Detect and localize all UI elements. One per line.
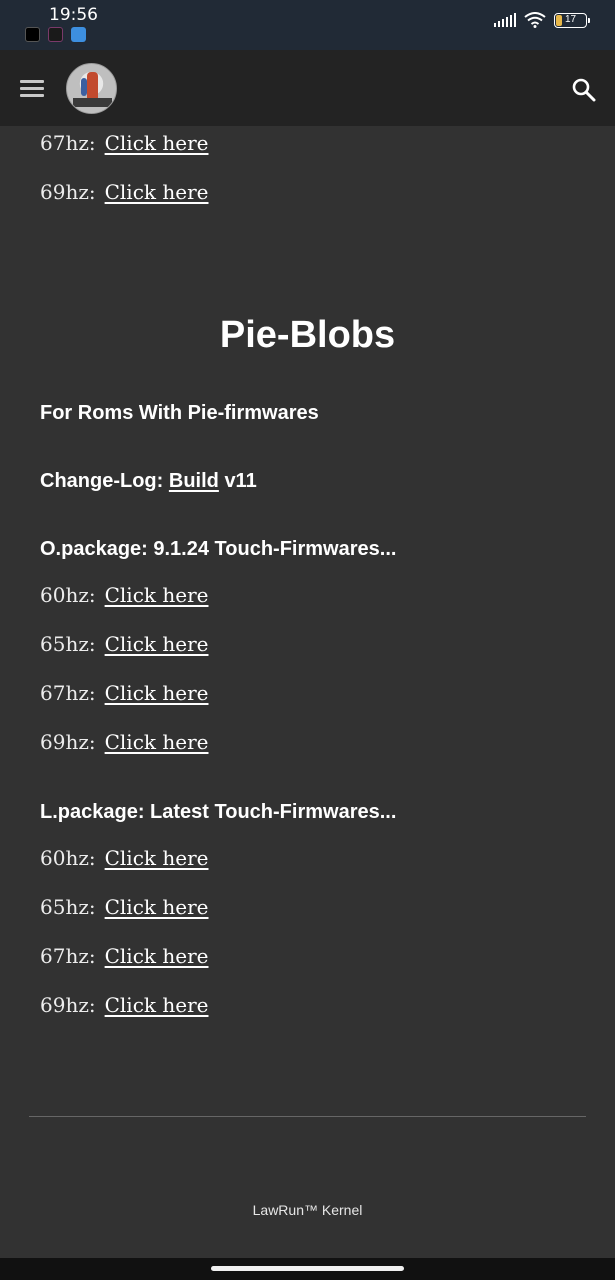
click-here-link[interactable]: Click here: [105, 131, 209, 155]
system-icons: 17: [494, 12, 590, 28]
battery-icon: 17: [554, 12, 590, 28]
search-icon[interactable]: [571, 77, 596, 102]
link-label: 69hz:: [40, 730, 96, 754]
home-indicator[interactable]: [211, 1266, 404, 1271]
o-package-links: 60hz: Click here 65hz: Click here 67hz: Cli…: [40, 578, 209, 774]
link-label: 60hz:: [40, 583, 96, 607]
l-package-title: L.package: Latest Touch-Firmwares...: [40, 801, 397, 823]
link-label: 69hz:: [40, 180, 96, 204]
click-here-link[interactable]: Click here: [105, 993, 209, 1017]
click-here-link[interactable]: Click here: [105, 730, 209, 754]
site-logo[interactable]: [66, 63, 117, 114]
link-label: 65hz:: [40, 632, 96, 656]
battery-level: 17: [564, 13, 577, 25]
link-row: 60hz: Click here: [40, 578, 209, 627]
video-notification-icon: [48, 27, 63, 42]
link-row-67hz-top: 67hz: Click here: [40, 126, 575, 175]
changelog-build-link[interactable]: Build: [169, 470, 219, 492]
link-row: 67hz: Click here: [40, 939, 209, 988]
app-notification-icon: [25, 27, 40, 42]
link-label: 65hz:: [40, 895, 96, 919]
l-package-links: 60hz: Click here 65hz: Click here 67hz: Cli…: [40, 841, 209, 1037]
footer-divider: [29, 1116, 586, 1117]
changelog-version: v11: [224, 470, 257, 492]
changelog-prefix: Change-Log:: [40, 470, 164, 492]
click-here-link[interactable]: Click here: [105, 944, 209, 968]
link-row: 69hz: Click here: [40, 988, 209, 1037]
content: 67hz: Click here 69hz: Click here: [40, 126, 575, 224]
gallery-notification-icon: [71, 27, 86, 42]
footer-text: LawRun™ Kernel: [252, 1202, 363, 1218]
signal-icon: [494, 13, 516, 27]
link-row: 65hz: Click here: [40, 627, 209, 676]
click-here-link[interactable]: Click here: [105, 895, 209, 919]
link-label: 67hz:: [40, 944, 96, 968]
link-label: 67hz:: [40, 131, 96, 155]
wifi-icon: [524, 12, 546, 28]
changelog-line: Change-Log: Build v11: [40, 470, 257, 493]
link-label: 60hz:: [40, 846, 96, 870]
link-label: 69hz:: [40, 993, 96, 1017]
click-here-link[interactable]: Click here: [105, 583, 209, 607]
click-here-link[interactable]: Click here: [105, 632, 209, 656]
link-label: 67hz:: [40, 681, 96, 705]
link-row-69hz-top: 69hz: Click here: [40, 175, 575, 224]
notification-icons: [25, 27, 86, 42]
section-subtitle: For Roms With Pie-firmwares: [40, 402, 319, 424]
status-bar: 19:56 17: [0, 0, 615, 50]
click-here-link[interactable]: Click here: [105, 180, 209, 204]
link-row: 69hz: Click here: [40, 725, 209, 774]
o-package-title: O.package: 9.1.24 Touch-Firmwares...: [40, 538, 397, 560]
link-row: 67hz: Click here: [40, 676, 209, 725]
section-title: Pie-Blobs: [219, 314, 396, 356]
status-time: 19:56: [49, 5, 98, 25]
click-here-link[interactable]: Click here: [105, 846, 209, 870]
link-row: 60hz: Click here: [40, 841, 209, 890]
app-header: [0, 50, 615, 126]
link-row: 65hz: Click here: [40, 890, 209, 939]
click-here-link[interactable]: Click here: [105, 681, 209, 705]
menu-icon[interactable]: [20, 80, 44, 98]
